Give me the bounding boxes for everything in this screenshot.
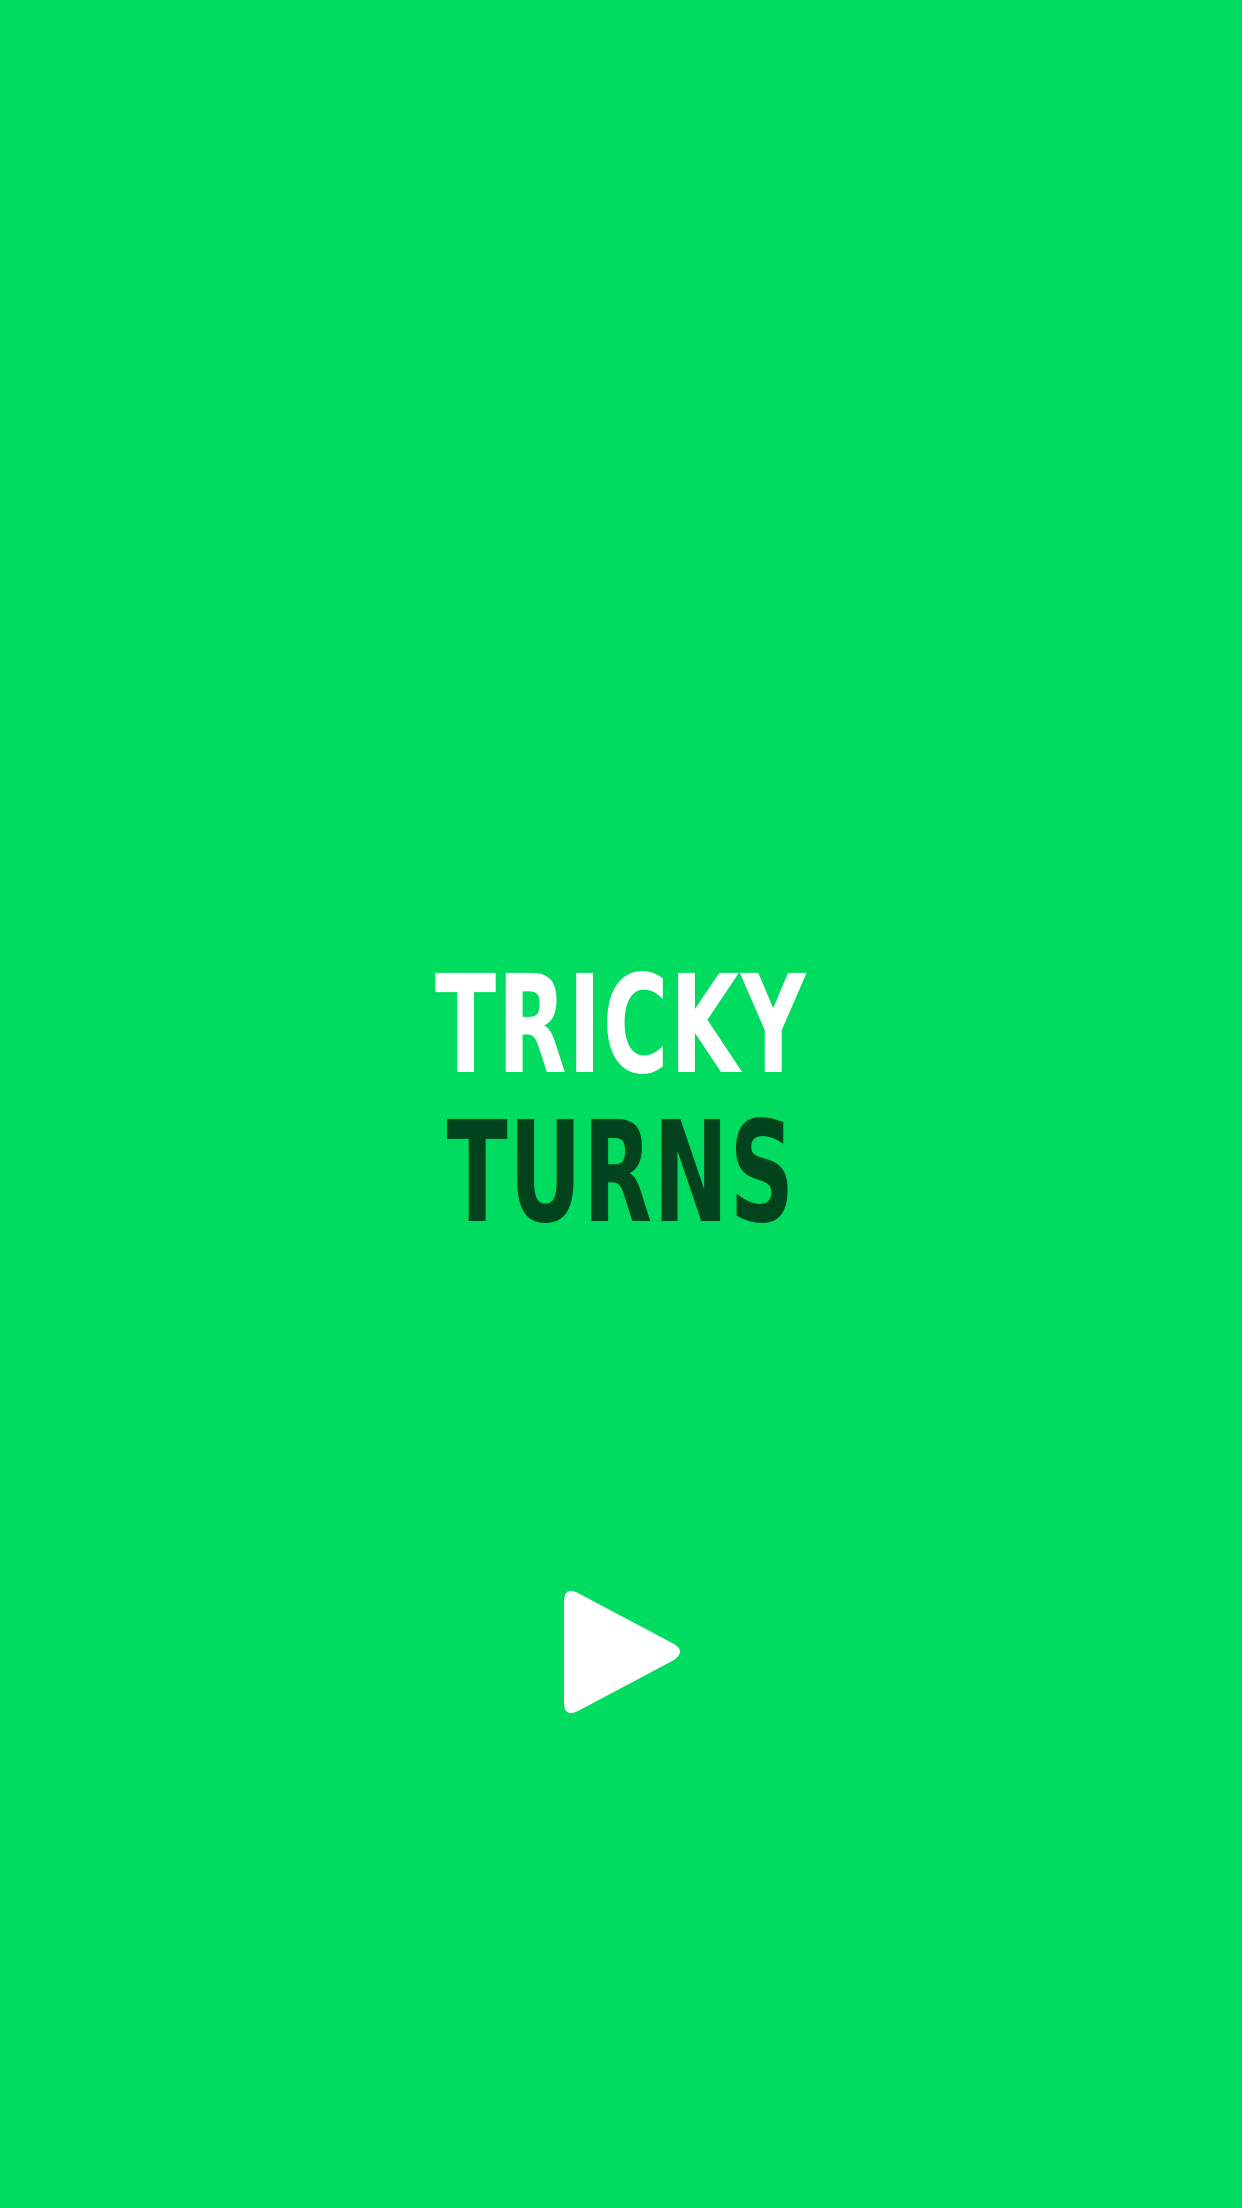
play-triangle <box>564 1590 680 1714</box>
game-title-tricky: TRICKY <box>434 947 808 1105</box>
play-icon <box>564 1590 680 1714</box>
play-button[interactable] <box>556 1588 686 1718</box>
game-title-turns: TURNS <box>446 1092 796 1255</box>
title-screen: TRICKY TURNS <box>0 0 1242 2208</box>
